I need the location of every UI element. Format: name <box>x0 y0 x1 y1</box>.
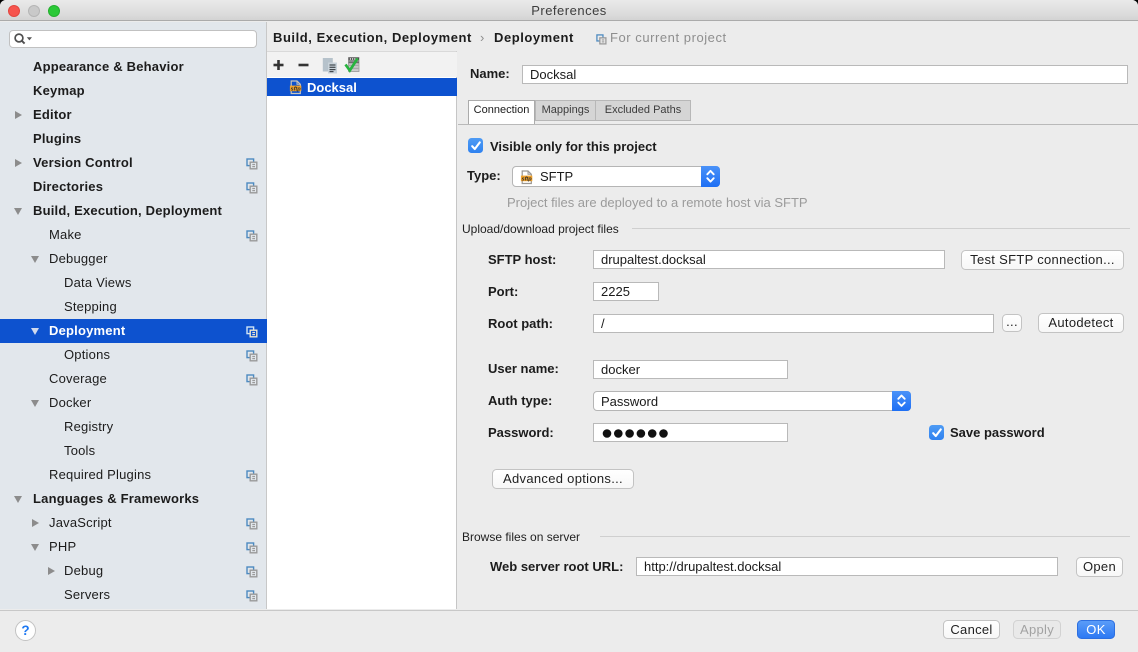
svg-text:sftp: sftp <box>290 86 301 92</box>
svg-text:sftp: sftp <box>521 176 532 182</box>
